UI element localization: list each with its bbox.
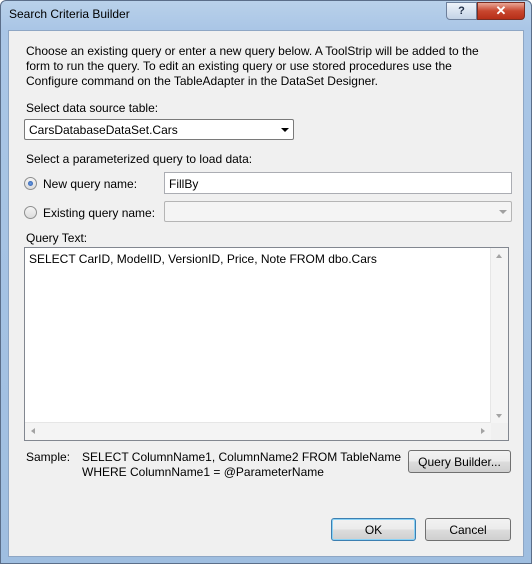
radio-selected-dot: [28, 181, 33, 186]
scroll-left-icon[interactable]: [31, 428, 35, 434]
data-source-selected: CarsDatabaseDataSet.Cars: [29, 123, 178, 137]
existing-query-radio[interactable]: [24, 206, 37, 219]
query-text-area[interactable]: SELECT CarID, ModelID, VersionID, Price,…: [24, 247, 509, 441]
scroll-down-icon[interactable]: [496, 414, 502, 418]
dialog-body: Choose an existing query or enter a new …: [8, 30, 524, 557]
sample-line-2: WHERE ColumnName1 = @ParameterName: [82, 465, 324, 479]
new-query-name-value: FillBy: [169, 177, 199, 191]
description-text: Choose an existing query or enter a new …: [26, 44, 479, 88]
query-text-label: Query Text:: [26, 231, 88, 245]
data-source-combobox[interactable]: CarsDatabaseDataSet.Cars: [24, 119, 294, 140]
sample-line-1: SELECT ColumnName1, ColumnName2 FROM Tab…: [82, 450, 402, 464]
close-button[interactable]: ✕: [477, 2, 525, 20]
cancel-button[interactable]: Cancel: [425, 518, 511, 541]
help-icon: ?: [458, 5, 465, 17]
chevron-down-icon: [281, 128, 289, 132]
scroll-right-icon[interactable]: [481, 428, 485, 434]
close-icon: ✕: [495, 3, 507, 18]
dialog-window: Search Criteria Builder ? ✕ Choose an ex…: [0, 0, 532, 564]
new-query-name-input[interactable]: FillBy: [164, 172, 512, 194]
scrollbar-corner: [491, 423, 508, 440]
new-query-radio[interactable]: [24, 177, 37, 190]
ok-button[interactable]: OK: [331, 518, 416, 541]
sample-label: Sample:: [26, 450, 71, 464]
data-source-label: Select data source table:: [26, 101, 159, 115]
param-query-label: Select a parameterized query to load dat…: [26, 152, 253, 166]
new-query-label[interactable]: New query name:: [43, 177, 137, 191]
scroll-up-icon[interactable]: [496, 254, 502, 258]
query-text-value: SELECT CarID, ModelID, VersionID, Price,…: [29, 252, 377, 266]
chevron-down-icon: [499, 210, 507, 214]
vertical-scrollbar[interactable]: [490, 248, 508, 424]
query-builder-button[interactable]: Query Builder...: [408, 450, 511, 473]
horizontal-scrollbar[interactable]: [25, 422, 491, 440]
help-button[interactable]: ?: [446, 2, 477, 20]
window-title: Search Criteria Builder: [9, 7, 130, 21]
existing-query-combobox[interactable]: [164, 201, 512, 222]
existing-query-label[interactable]: Existing query name:: [43, 206, 155, 220]
title-bar[interactable]: Search Criteria Builder ? ✕: [1, 1, 531, 29]
